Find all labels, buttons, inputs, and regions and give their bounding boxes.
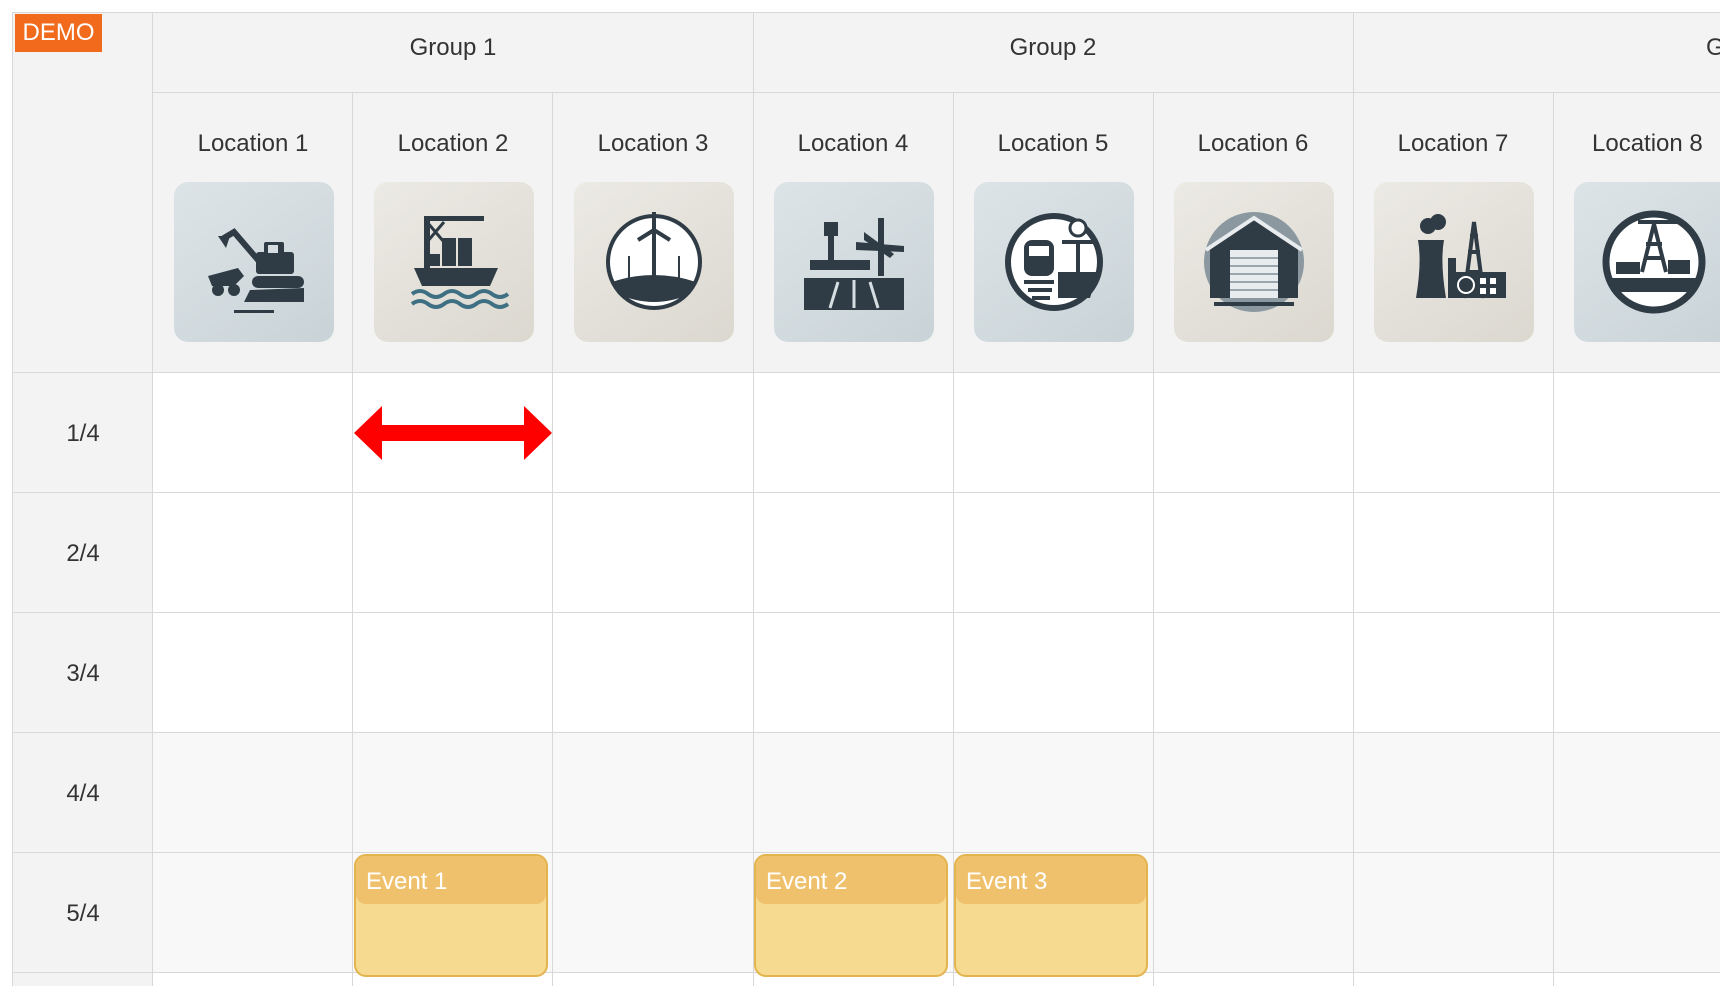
row-label-2: 2/4 — [66, 540, 100, 567]
oil-rig-icon — [1574, 182, 1720, 342]
airport-runway-icon — [774, 182, 934, 342]
cargo-ship-port-icon — [374, 182, 534, 342]
resize-arrow-icon[interactable] — [352, 404, 554, 462]
location-header-5: Location 5 — [997, 130, 1109, 157]
group-header-1: Group 1 — [409, 34, 497, 61]
excavator-mining-icon — [174, 182, 334, 342]
location-header-4: Location 4 — [797, 130, 909, 157]
warehouse-icon — [1174, 182, 1334, 342]
event-3-title: Event 3 — [956, 856, 1146, 904]
row-label-5: 5/4 — [66, 900, 100, 927]
wind-farm-icon — [574, 182, 734, 342]
row-label-4: 4/4 — [66, 780, 100, 807]
event-3[interactable]: Event 3 — [954, 854, 1148, 977]
demo-badge: DEMO — [15, 14, 102, 52]
event-1[interactable]: Event 1 — [354, 854, 548, 977]
train-station-icon — [974, 182, 1134, 342]
location-header-7: Location 7 — [1397, 130, 1509, 157]
location-header-1: Location 1 — [197, 130, 309, 157]
event-2-title: Event 2 — [756, 856, 946, 904]
power-plant-icon — [1374, 182, 1534, 342]
location-header-2: Location 2 — [397, 130, 509, 157]
group-header-3: G — [1706, 34, 1720, 61]
row-label-3: 3/4 — [66, 660, 100, 687]
location-header-3: Location 3 — [597, 130, 709, 157]
location-header-8: Location 8 — [1592, 130, 1703, 157]
row-shade-4 — [153, 733, 1720, 853]
event-1-title: Event 1 — [356, 856, 546, 904]
corner-header — [13, 13, 153, 373]
group-header-2: Group 2 — [1009, 34, 1097, 61]
row-label-1: 1/4 — [66, 420, 100, 447]
event-2[interactable]: Event 2 — [754, 854, 948, 977]
location-header-6: Location 6 — [1197, 130, 1309, 157]
